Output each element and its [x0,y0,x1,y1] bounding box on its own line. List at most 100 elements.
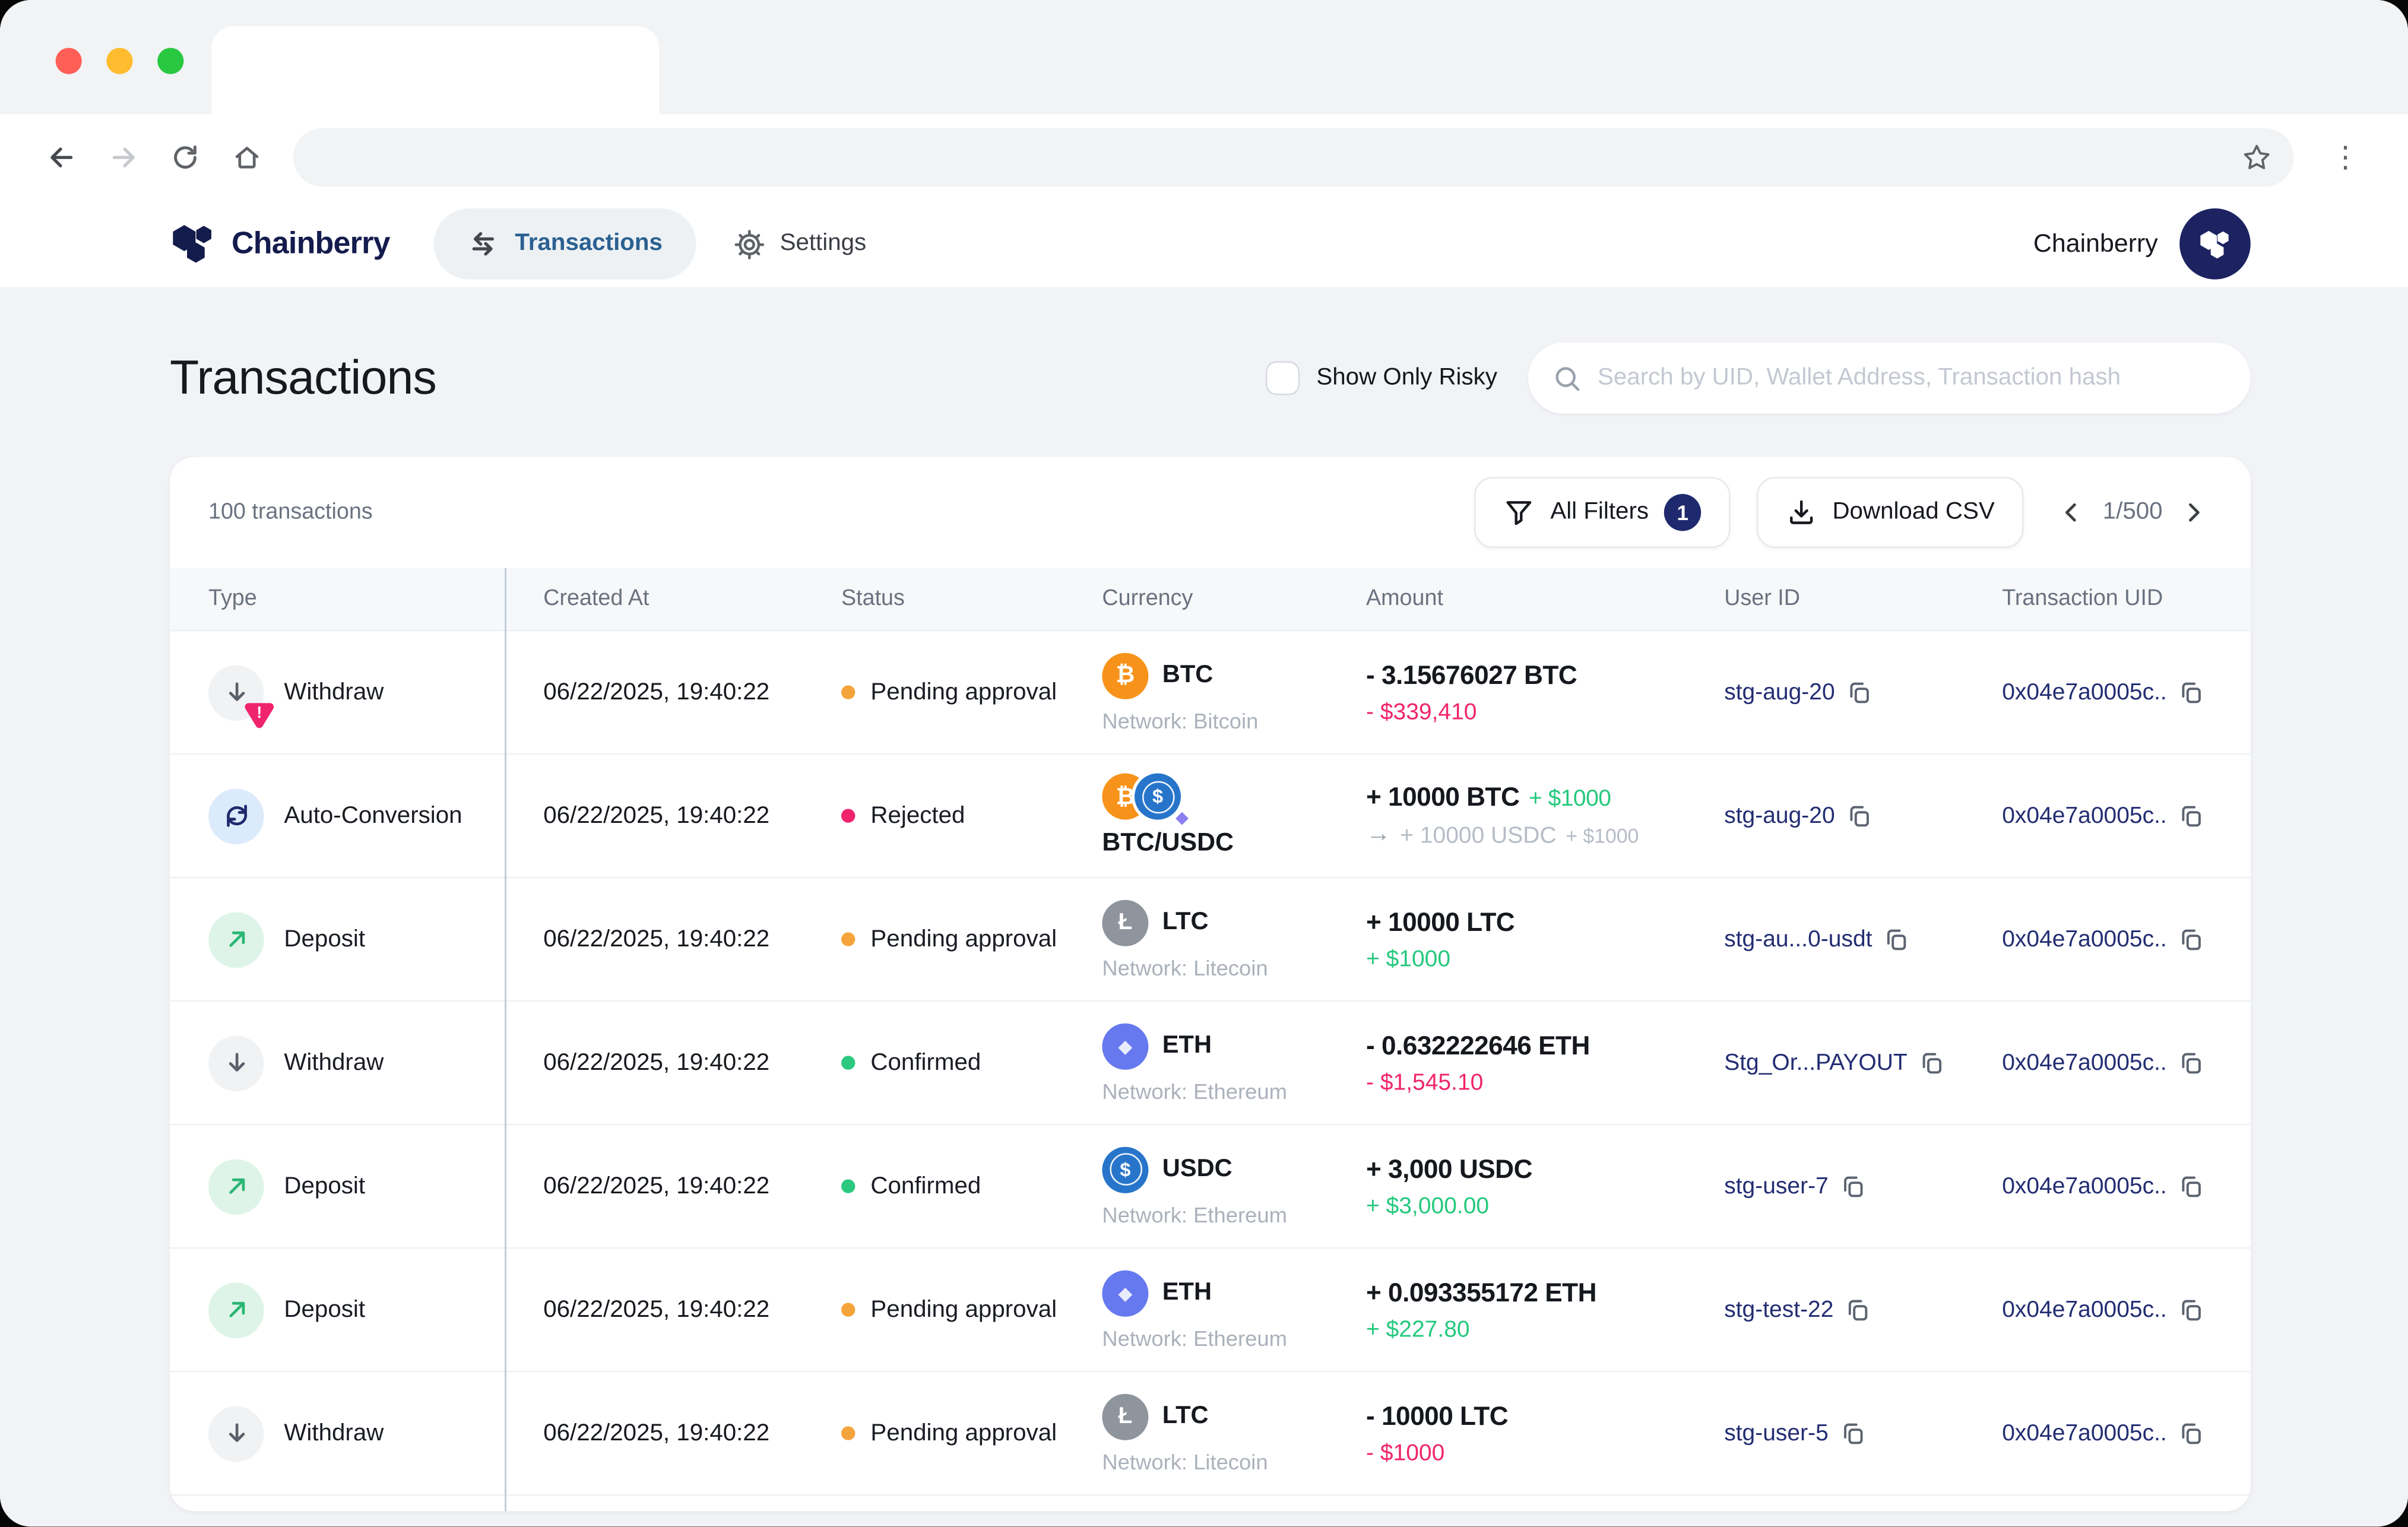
copy-icon[interactable] [1839,1420,1865,1446]
amount-primary: + 10000 LTC [1366,907,1724,938]
copy-icon[interactable] [2178,1297,2204,1323]
col-transaction-uid: Transaction UID [2002,587,2212,612]
home-button[interactable] [219,129,275,185]
copy-icon[interactable] [1846,679,1872,705]
btc-icon: ₿ [1102,652,1148,699]
nav-tab-settings[interactable]: Settings [734,228,867,261]
col-type: Type [208,587,543,612]
amount-converted-usd: + $1000 [1566,823,1639,847]
copy-icon[interactable] [2178,926,2204,952]
user-id-link[interactable]: stg-test-22 [1724,1297,1833,1323]
download-csv-label: Download CSV [1832,499,1994,527]
table-row[interactable]: Withdraw 06/22/2025, 19:40:22 Pending ap… [170,1371,2251,1494]
status-dot [841,809,855,822]
ltc-icon: Ł [1102,899,1148,946]
show-only-risky-toggle[interactable]: Show Only Risky [1266,361,1497,395]
copy-icon[interactable] [2178,803,2204,829]
deposit-icon [208,911,264,967]
currency-code: ETH [1162,1279,1212,1307]
show-only-risky-checkbox[interactable] [1266,361,1300,395]
user-id-link[interactable]: stg-au...0-usdt [1724,926,1872,952]
copy-icon[interactable] [2178,1173,2204,1199]
table-row[interactable]: Withdraw 06/22/2025, 19:40:22 Confirmed … [170,1000,2251,1124]
tx-uid-link[interactable]: 0x04e7a0005c.. [2002,1297,2167,1323]
tx-uid-link[interactable]: 0x04e7a0005c.. [2002,1420,2167,1446]
download-csv-button[interactable]: Download CSV [1757,477,2024,548]
ltc-icon: Ł [1102,1393,1148,1440]
page-title: Transactions [170,350,436,406]
currency-code: LTC [1162,908,1209,936]
table-row[interactable]: Deposit 06/22/2025, 19:40:22 Confirmed $… [170,1124,2251,1247]
tx-uid-link[interactable]: 0x04e7a0005c.. [2002,1050,2167,1076]
browser-window: ⋮ Chainberry Transactions Settings Chain… [0,0,2408,1527]
copy-icon[interactable] [1839,1173,1865,1199]
page-indicator: 1/500 [2103,499,2163,527]
conversion-arrow-icon: → [1366,821,1391,849]
table-row[interactable]: Deposit 06/22/2025, 19:40:22 Pending app… [170,877,2251,1000]
user-id-link[interactable]: stg-user-7 [1724,1173,1829,1199]
search-bar[interactable] [1528,343,2251,414]
maximize-window-button[interactable] [157,48,183,74]
browser-menu-icon[interactable]: ⋮ [2318,129,2374,185]
show-only-risky-label: Show Only Risky [1316,365,1497,392]
app-header: Chainberry Transactions Settings Chainbe… [0,201,2408,287]
avatar[interactable] [2179,208,2251,280]
forward-button[interactable] [96,129,151,185]
copy-icon[interactable] [2178,1050,2204,1076]
nav-tab-transactions[interactable]: Transactions [433,208,697,280]
search-input[interactable] [1598,365,2226,392]
account-menu[interactable]: Chainberry [2033,208,2251,280]
transactions-card: 100 transactions All Filters 1 Download … [170,457,2251,1512]
currency-code: BTC [1162,661,1213,689]
table-row[interactable]: Deposit 06/22/2025, 19:40:22 Pending app… [170,1247,2251,1371]
all-filters-button[interactable]: All Filters 1 [1475,477,1731,548]
status-dot [841,685,855,699]
browser-tab[interactable] [211,26,659,114]
auto-conversion-icon [208,788,264,844]
url-input[interactable] [315,145,2229,170]
col-user-id: User ID [1724,587,2002,612]
copy-icon[interactable] [1883,926,1909,952]
user-id-link[interactable]: Stg_Or...PAYOUT [1724,1050,1908,1076]
close-window-button[interactable] [56,48,82,74]
status-label: Pending approval [870,926,1057,953]
table-row[interactable]: Auto-Conversion 06/22/2025, 19:40:22 Rej… [170,753,2251,877]
created-at: 06/22/2025, 19:40:22 [543,1173,841,1200]
back-button[interactable] [34,129,90,185]
copy-icon[interactable] [1845,1297,1871,1323]
amount-primary: + 0.093355172 ETH [1366,1278,1724,1309]
tx-uid-link[interactable]: 0x04e7a0005c.. [2002,1173,2167,1199]
download-icon [1786,497,1817,528]
user-id-link[interactable]: stg-user-5 [1724,1420,1829,1446]
user-id-link[interactable]: stg-aug-20 [1724,679,1834,705]
currency-pair-code: BTC/USDC [1102,829,1366,858]
currency-network: Network: Ethereum [1102,1202,1366,1227]
gear-icon [734,228,766,261]
table-row[interactable]: ! Withdraw 06/22/2025, 19:40:22 Pending … [170,630,2251,753]
user-id-link[interactable]: stg-aug-20 [1724,803,1834,829]
url-bar[interactable] [293,128,2294,187]
status-label: Pending approval [870,1420,1057,1447]
copy-icon[interactable] [2178,1420,2204,1446]
type-label: Deposit [284,1296,365,1324]
tx-uid-link[interactable]: 0x04e7a0005c.. [2002,803,2167,829]
bookmark-star-icon[interactable] [2241,142,2272,173]
reload-button[interactable] [157,129,213,185]
amount-converted: + 10000 USDC [1400,822,1556,848]
created-at: 06/22/2025, 19:40:22 [543,802,841,830]
currency-network: Network: Ethereum [1102,1325,1366,1350]
copy-icon[interactable] [1846,803,1872,829]
tx-uid-link[interactable]: 0x04e7a0005c.. [2002,679,2167,705]
amount-secondary: + $227.80 [1366,1316,1724,1342]
risk-warning-icon: ! [244,700,275,729]
prev-page-button[interactable] [2054,494,2090,531]
copy-icon[interactable] [1918,1050,1944,1076]
next-page-button[interactable] [2175,494,2211,531]
brand-logo[interactable]: Chainberry [170,222,390,265]
tx-uid-link[interactable]: 0x04e7a0005c.. [2002,926,2167,952]
copy-icon[interactable] [2178,679,2204,705]
status-label: Rejected [870,802,965,830]
minimize-window-button[interactable] [106,48,132,74]
deposit-icon [208,1158,264,1214]
chevron-right-icon [2181,500,2206,525]
